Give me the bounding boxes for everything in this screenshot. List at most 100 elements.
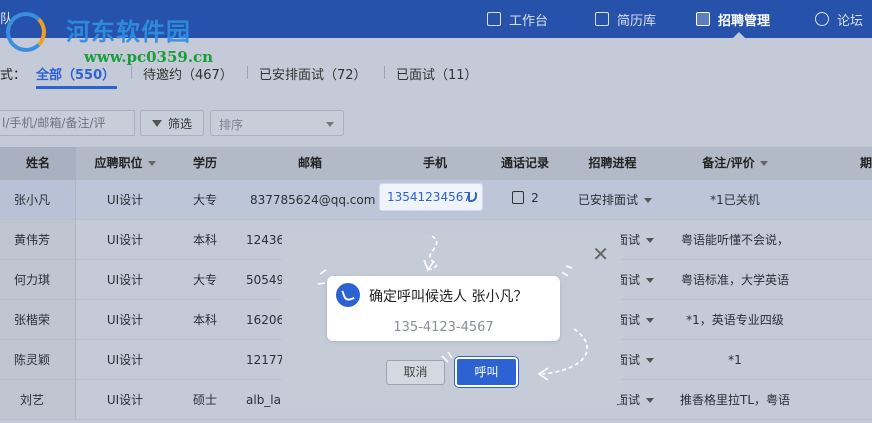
education-cell [180, 340, 230, 380]
header-label: 通话记录 [500, 156, 549, 170]
tab-divider [131, 66, 132, 79]
sort-placeholder: 排序 [219, 118, 244, 132]
nav-item-forum[interactable]: 论坛 [815, 0, 863, 38]
tab-pending-invite[interactable]: 待邀约（467） [143, 64, 233, 83]
education-value: 硕士 [192, 393, 217, 407]
nav-label: 招聘管理 [718, 13, 771, 29]
tab-interview-scheduled[interactable]: 已安排面试（72） [259, 64, 367, 83]
email-value: 12177 [246, 353, 285, 367]
position-value: UI设计 [106, 193, 144, 207]
email-value: 50549 [246, 273, 285, 287]
email-value: alb_la [246, 393, 281, 407]
email-value: 16206 [246, 313, 285, 327]
name-cell: 张小凡 [0, 180, 76, 219]
active-tab-indicator [36, 86, 117, 89]
position-value: UI设计 [106, 233, 144, 247]
position-value: UI设计 [106, 353, 144, 367]
nav-label: 论坛 [837, 13, 864, 29]
call-button[interactable]: 呼叫 [455, 357, 518, 387]
position-cell: UI设计 [80, 300, 170, 340]
active-nav-caret [733, 32, 745, 38]
remark-cell: *1已关机 [665, 180, 805, 220]
candidate-name[interactable]: 陈灵颖 [0, 340, 64, 380]
education-cell: 大专 [180, 180, 230, 220]
watermark-title: 河东软件园 [66, 18, 191, 46]
remark-cell: 粤语标准，大学英语 [665, 260, 805, 300]
resume-icon [595, 12, 609, 26]
nav-item-workbench[interactable]: 工作台 [487, 0, 548, 38]
remark-value: 推香格里拉TL，粤语 [679, 393, 791, 407]
call-log-icon[interactable] [512, 191, 524, 204]
confirm-call-dialog: ✕ 确定呼叫候选人 张小凡？ 135-4123-4567 取消 呼叫 [282, 234, 621, 404]
position-value: UI设计 [106, 313, 144, 327]
candidate-name[interactable]: 刘艺 [0, 380, 64, 420]
col-header-phone: 手机 [400, 147, 470, 180]
progress-cell[interactable]: 已安排面试 [570, 180, 660, 220]
nav-item-resume-library[interactable]: 简历库 [595, 0, 656, 38]
sort-caret-icon [147, 161, 156, 166]
candidate-phone: 135-4123-4567 [393, 320, 494, 335]
tab-interviewed[interactable]: 已面试（11） [396, 64, 478, 83]
candidate-name[interactable]: 张楷荣 [0, 300, 64, 340]
tab-divider [247, 66, 248, 79]
filter-label: 式： [0, 68, 27, 83]
education-value: 大专 [192, 193, 217, 207]
col-header-remark[interactable]: 备注/评价 [680, 147, 790, 180]
search-input[interactable] [0, 111, 130, 135]
header-label: 邮箱 [297, 156, 322, 170]
tab-divider [384, 66, 385, 79]
remark-cell: 推香格里拉TL，粤语 [665, 380, 805, 420]
filter-button[interactable]: 筛选 [140, 110, 204, 136]
chevron-down-icon [646, 318, 655, 323]
education-cell: 本科 [180, 300, 230, 340]
phone-chip[interactable]: 13541234567 [379, 183, 483, 211]
col-header-education: 学历 [180, 147, 230, 180]
phone-icon[interactable] [468, 192, 477, 202]
education-cell: 硕士 [180, 380, 230, 420]
name-cell: 陈灵颖 [0, 340, 76, 379]
header-label: 期 [859, 156, 872, 170]
candidate-name[interactable]: 黄伟芳 [0, 220, 64, 260]
search-box [0, 110, 135, 136]
candidate-name[interactable]: 何力琪 [0, 260, 64, 300]
header-label: 招聘进程 [588, 156, 637, 170]
nav-label: 简历库 [617, 13, 657, 29]
education-value: 大专 [192, 273, 217, 287]
header-label: 应聘职位 [94, 156, 143, 170]
email-value: 837785624@qq.com [250, 193, 376, 207]
header-label: 备注/评价 [702, 156, 755, 170]
grid-icon [696, 12, 710, 26]
cancel-button[interactable]: 取消 [386, 360, 445, 385]
col-header-name: 姓名 [0, 147, 76, 180]
confirm-question: 确定呼叫候选人 张小凡？ [369, 289, 528, 305]
remark-value: *1，英语专业四级 [686, 313, 784, 327]
table-header: 姓名 应聘职位 学历 邮箱 手机 通话记录 招聘进程 备注/评价 期 [0, 147, 872, 180]
col-header-progress: 招聘进程 [575, 147, 650, 180]
sort-caret-icon [759, 161, 768, 166]
remark-value: 粤语标准，大学英语 [680, 273, 789, 287]
candidate-name[interactable]: 张小凡 [0, 180, 64, 220]
header-label: 学历 [192, 156, 217, 170]
watermark-logo-icon [6, 12, 46, 52]
sort-select[interactable]: 排序 [210, 110, 344, 136]
col-header-position[interactable]: 应聘职位 [80, 147, 170, 180]
position-value: UI设计 [106, 393, 144, 407]
header-label: 手机 [422, 156, 447, 170]
tab-all[interactable]: 全部（550） [36, 64, 115, 83]
position-cell: UI设计 [80, 260, 170, 300]
close-icon[interactable]: ✕ [592, 244, 609, 264]
filter-button-label: 筛选 [167, 116, 192, 131]
phone-icon [336, 283, 360, 307]
position-cell: UI设计 [80, 220, 170, 260]
phone-number: 13541234567 [387, 190, 471, 204]
education-cell: 本科 [180, 220, 230, 260]
education-cell: 大专 [180, 260, 230, 300]
chevron-down-icon [326, 122, 334, 127]
remark-value: *1 [728, 353, 742, 367]
name-cell: 黄伟芳 [0, 220, 76, 259]
chevron-down-icon [646, 398, 655, 403]
col-header-email: 邮箱 [260, 147, 360, 180]
call-count: 2 [531, 191, 539, 205]
name-cell: 张楷荣 [0, 300, 76, 339]
dashboard-icon [487, 12, 501, 26]
